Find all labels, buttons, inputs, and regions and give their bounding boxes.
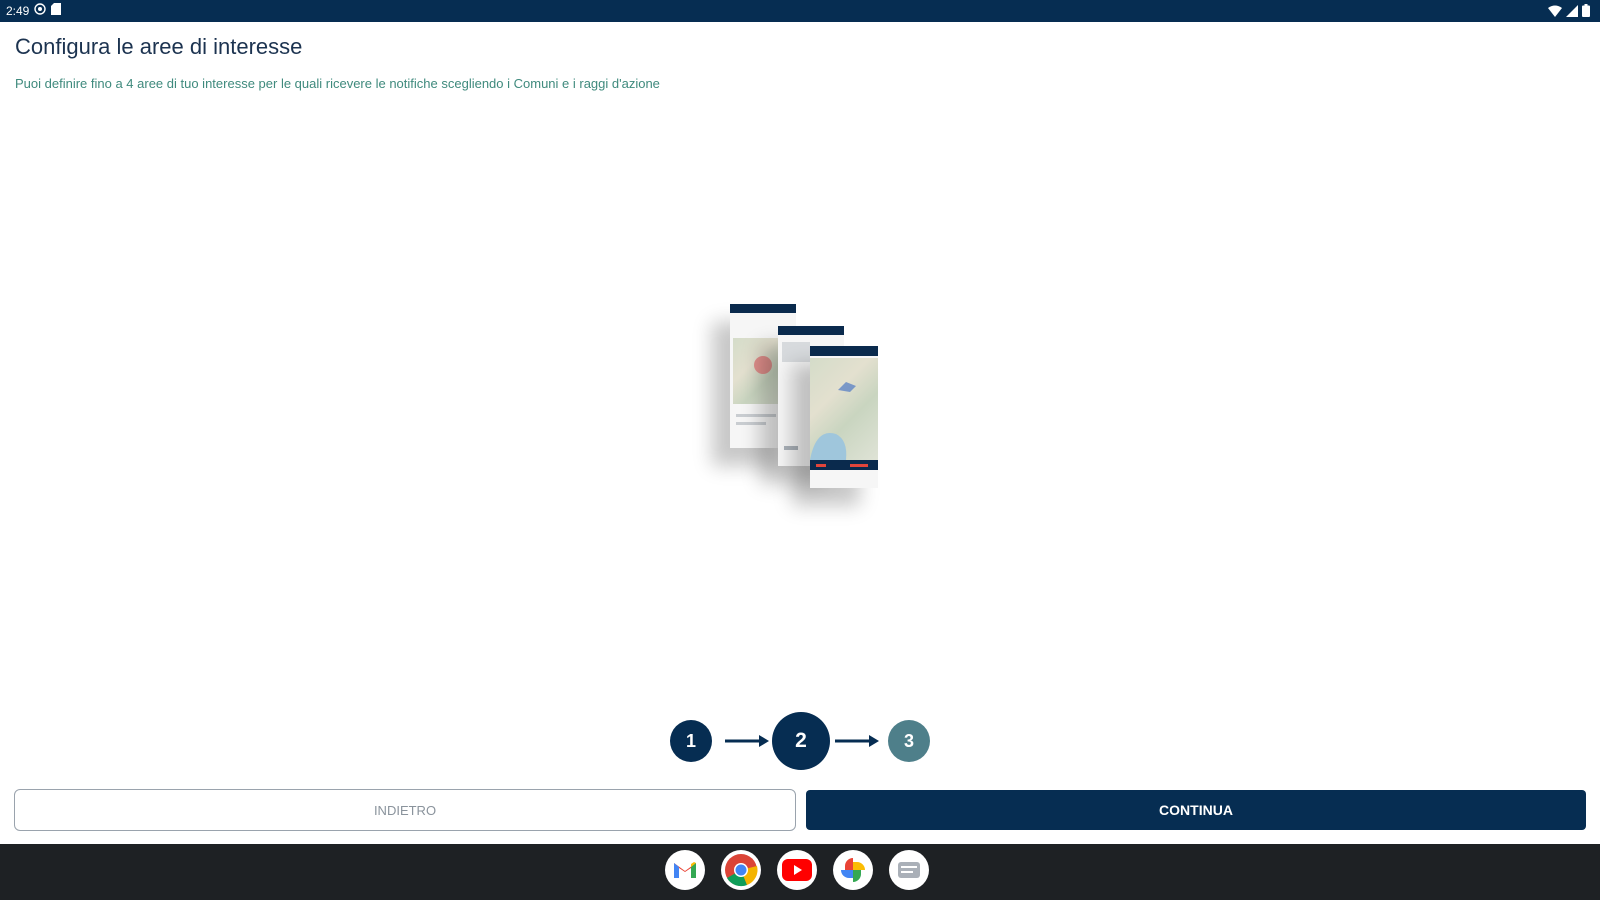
app-dock: [665, 850, 929, 890]
at-sign-icon: [34, 3, 47, 18]
battery-icon: [1582, 4, 1590, 22]
phone-screen-3: [810, 346, 878, 488]
status-right: [1548, 4, 1590, 22]
step-3: 3: [888, 720, 930, 762]
photos-icon[interactable]: [833, 850, 873, 890]
sd-card-icon: [51, 3, 62, 18]
chrome-icon[interactable]: [721, 850, 761, 890]
status-time: 2:49: [6, 3, 30, 18]
step-arrow-icon: [725, 735, 769, 747]
youtube-icon[interactable]: [777, 850, 817, 890]
step-1-label: 1: [685, 730, 696, 751]
status-left: 2:49: [6, 3, 62, 18]
step-2-current: 2: [772, 712, 830, 770]
app-screens-illustration: [680, 300, 890, 500]
status-bar: 2:49: [0, 0, 1600, 22]
gmail-icon[interactable]: [665, 850, 705, 890]
step-1: 1: [670, 720, 712, 762]
back-button[interactable]: INDIETRO: [14, 789, 796, 831]
wifi-icon: [1548, 4, 1562, 22]
page-subtitle: Puoi definire fino a 4 aree di tuo inter…: [15, 76, 660, 91]
step-2-label: 2: [795, 729, 807, 752]
navigation-bar: [0, 844, 1600, 900]
page-title: Configura le aree di interesse: [15, 34, 303, 59]
continue-button[interactable]: CONTINUA: [806, 790, 1586, 830]
signal-icon: [1566, 4, 1578, 22]
messages-icon[interactable]: [889, 850, 929, 890]
stepper: 1 2 3: [670, 712, 930, 772]
step-3-label: 3: [903, 730, 914, 751]
step-arrow-icon: [835, 735, 879, 747]
